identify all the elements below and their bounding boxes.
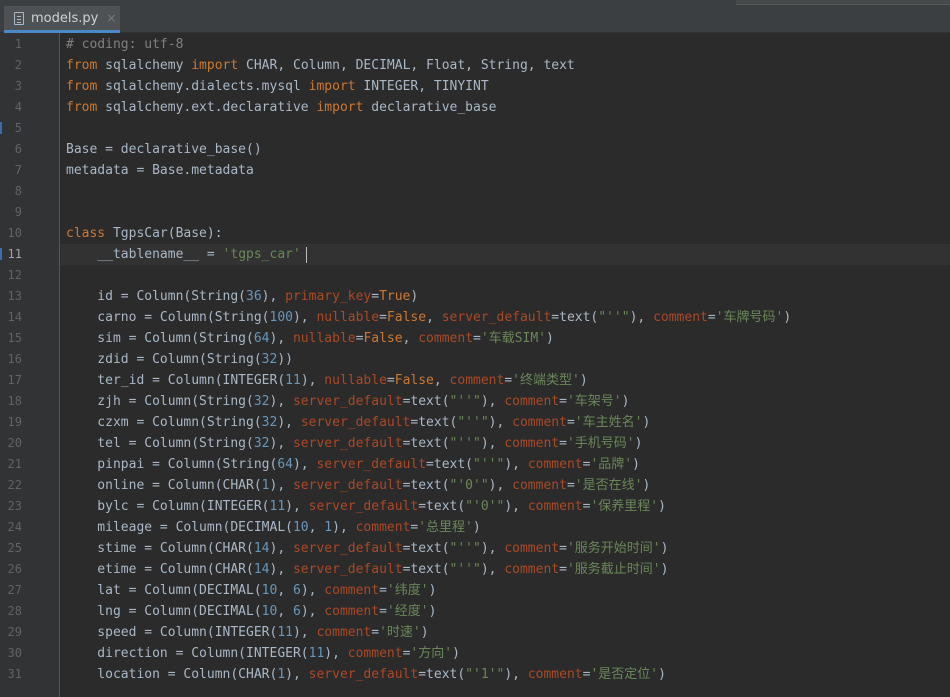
- line-number: 25: [7, 541, 22, 555]
- code-line[interactable]: online = Column(CHAR(1), server_default=…: [66, 475, 650, 496]
- python-file-icon: [14, 11, 24, 25]
- line-number: 19: [7, 415, 22, 429]
- line-number: 12: [7, 268, 22, 282]
- code-line[interactable]: # coding: utf-8: [66, 34, 183, 55]
- line-number: 2: [14, 58, 22, 72]
- code-line[interactable]: from sqlalchemy import CHAR, Column, DEC…: [66, 55, 575, 76]
- line-number: 10: [7, 226, 22, 240]
- code-line[interactable]: speed = Column(INTEGER(11), comment='时速'…: [66, 622, 428, 643]
- code-line[interactable]: metadata = Base.metadata: [66, 160, 254, 181]
- line-number: 18: [7, 394, 22, 408]
- line-number: 30: [7, 646, 22, 660]
- tab-label: models.py: [31, 10, 99, 26]
- tab-models-py[interactable]: models.py ×: [4, 6, 120, 33]
- line-number: 27: [7, 583, 22, 597]
- gutter-change-marker: [0, 122, 2, 134]
- code-line[interactable]: stime = Column(CHAR(14), server_default=…: [66, 538, 668, 559]
- code-line[interactable]: etime = Column(CHAR(14), server_default=…: [66, 559, 668, 580]
- code-line[interactable]: czxm = Column(String(32), server_default…: [66, 412, 650, 433]
- code-line[interactable]: __tablename__ = 'tgps_car': [66, 244, 301, 265]
- code-line[interactable]: location = Column(CHAR(1), server_defaul…: [66, 664, 666, 685]
- line-number: 7: [14, 163, 22, 177]
- code-line[interactable]: id = Column(String(36), primary_key=True…: [66, 286, 418, 307]
- code-line[interactable]: sim = Column(String(64), nullable=False,…: [66, 328, 554, 349]
- line-number: 8: [14, 184, 22, 198]
- code-line[interactable]: from sqlalchemy.dialects.mysql import IN…: [66, 76, 489, 97]
- line-number: 23: [7, 499, 22, 513]
- code-line[interactable]: direction = Column(INTEGER(11), comment=…: [66, 643, 460, 664]
- code-line[interactable]: from sqlalchemy.ext.declarative import d…: [66, 97, 497, 118]
- line-number: 20: [7, 436, 22, 450]
- line-number: 6: [14, 142, 22, 156]
- line-number: 11: [7, 247, 22, 261]
- line-number: 4: [14, 100, 22, 114]
- text-caret: [306, 247, 307, 263]
- code-line[interactable]: bylc = Column(INTEGER(11), server_defaul…: [66, 496, 666, 517]
- code-line[interactable]: class TgpsCar(Base):: [66, 223, 223, 244]
- line-number: 26: [7, 562, 22, 576]
- line-number: 29: [7, 625, 22, 639]
- line-number: 24: [7, 520, 22, 534]
- code-line[interactable]: tel = Column(String(32), server_default=…: [66, 433, 642, 454]
- line-number: 5: [14, 121, 22, 135]
- line-number: 15: [7, 331, 22, 345]
- code-line[interactable]: lat = Column(DECIMAL(10, 6), comment='纬度…: [66, 580, 436, 601]
- code-line[interactable]: zjh = Column(String(32), server_default=…: [66, 391, 629, 412]
- line-number: 17: [7, 373, 22, 387]
- code-line[interactable]: lng = Column(DECIMAL(10, 6), comment='经度…: [66, 601, 436, 622]
- code-line[interactable]: carno = Column(String(100), nullable=Fal…: [66, 307, 791, 328]
- tab-bar-widget: [736, 0, 950, 5]
- close-tab-icon[interactable]: ×: [106, 11, 116, 25]
- line-number: 31: [7, 667, 22, 681]
- line-number: 28: [7, 604, 22, 618]
- code-line[interactable]: Base = declarative_base(): [66, 139, 262, 160]
- code-line[interactable]: pinpai = Column(String(64), server_defau…: [66, 454, 640, 475]
- gutter-change-marker: [0, 248, 2, 260]
- line-number: 16: [7, 352, 22, 366]
- line-number: 9: [14, 205, 22, 219]
- line-number: 3: [14, 79, 22, 93]
- line-number: 21: [7, 457, 22, 471]
- line-number: 1: [14, 37, 22, 51]
- line-number: 14: [7, 310, 22, 324]
- code-line[interactable]: mileage = Column(DECIMAL(10, 1), comment…: [66, 517, 480, 538]
- editor-tab-bar: models.py ×: [0, 0, 950, 33]
- code-line[interactable]: ter_id = Column(INTEGER(11), nullable=Fa…: [66, 370, 587, 391]
- line-number: 13: [7, 289, 22, 303]
- line-number: 22: [7, 478, 22, 492]
- code-line[interactable]: zdid = Column(String(32)): [66, 349, 293, 370]
